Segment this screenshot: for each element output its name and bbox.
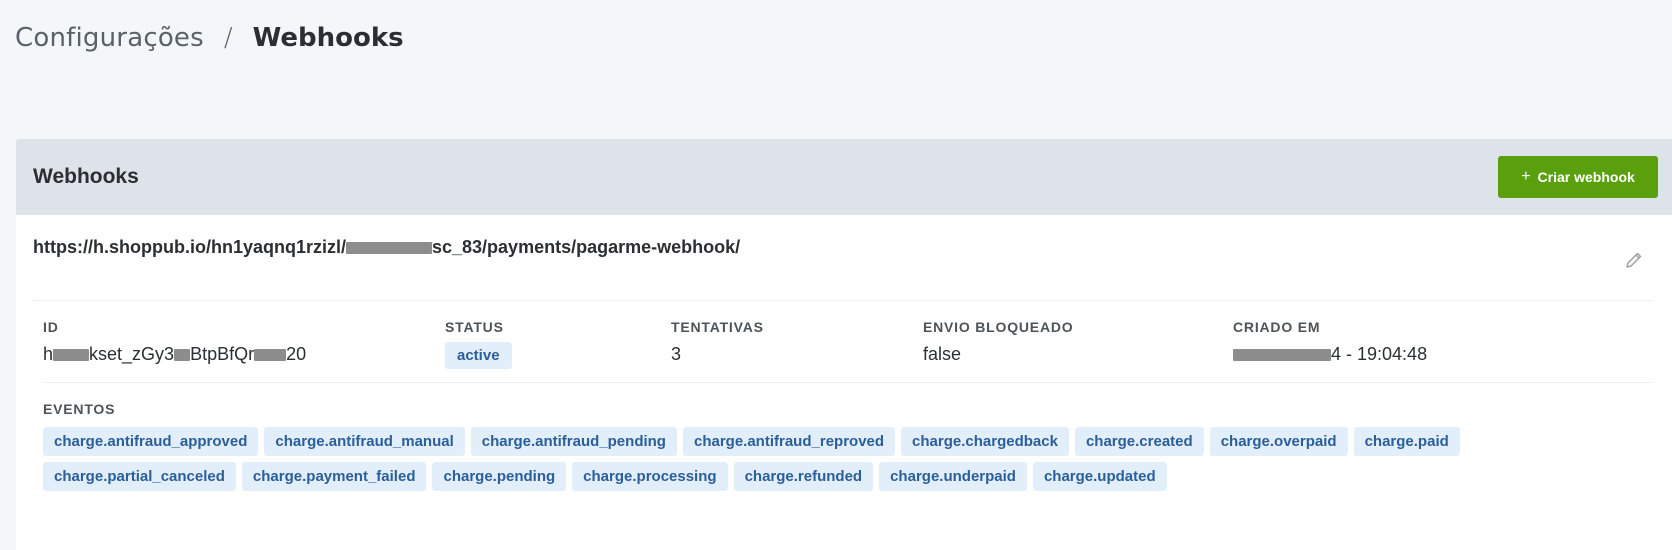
meta-attempts: TENTATIVAS 3 bbox=[671, 319, 764, 366]
meta-created-label: CRIADO EM bbox=[1233, 319, 1321, 335]
status-badge: active bbox=[445, 342, 512, 369]
id-part-start: h bbox=[43, 344, 54, 364]
event-tag: charge.chargedback bbox=[901, 427, 1069, 456]
event-tag: charge.antifraud_pending bbox=[470, 427, 677, 456]
webhook-url-end: sc_83/payments/pagarme-webhook/ bbox=[432, 237, 741, 257]
webhooks-card: Webhooks + Criar webhook https://h.shopp… bbox=[16, 139, 1672, 550]
create-webhook-button[interactable]: + Criar webhook bbox=[1498, 156, 1658, 198]
events-label: EVENTOS bbox=[43, 401, 116, 417]
event-tag: charge.underpaid bbox=[879, 462, 1027, 491]
events-section: EVENTOS charge.antifraud_approved charge.… bbox=[43, 383, 1653, 491]
id-part-end: 20 bbox=[286, 344, 307, 364]
id-part-2: kset_zGy3 bbox=[89, 344, 175, 364]
event-tag: charge.processing bbox=[572, 462, 728, 491]
event-tag: charge.payment_failed bbox=[241, 462, 427, 491]
webhook-meta-row: ID h kset_zGy3 BtpBfQr 20 STATUS active TEN… bbox=[43, 301, 1653, 383]
webhook-url: https://h.shoppub.io/hn1yaqnq1rzizl/sc_8… bbox=[33, 237, 740, 258]
id-part-3: BtpBfQr bbox=[190, 344, 255, 364]
event-tag: charge.pending bbox=[432, 462, 567, 491]
redacted-block bbox=[174, 349, 191, 362]
meta-created-value: 4 - 19:04:48 bbox=[1233, 342, 1427, 366]
event-tag: charge.paid bbox=[1353, 427, 1460, 456]
plus-icon: + bbox=[1521, 168, 1531, 185]
event-tag: charge.antifraud_reproved bbox=[682, 427, 896, 456]
breadcrumb-parent[interactable]: Configurações bbox=[15, 22, 204, 54]
event-tag: charge.overpaid bbox=[1209, 427, 1348, 456]
page-title: Webhooks bbox=[252, 23, 404, 53]
redacted-block bbox=[254, 349, 287, 362]
event-list: charge.antifraud_approved charge.antifrau… bbox=[43, 427, 1503, 491]
redacted-block bbox=[1233, 349, 1331, 362]
event-tag: charge.antifraud_manual bbox=[264, 427, 465, 456]
meta-blocked: ENVIO BLOQUEADO false bbox=[923, 319, 1073, 366]
redacted-block bbox=[53, 349, 90, 362]
redacted-block bbox=[346, 242, 432, 255]
created-value-end: 4 - 19:04:48 bbox=[1331, 344, 1428, 364]
pencil-icon[interactable] bbox=[1623, 249, 1645, 271]
meta-id-label: ID bbox=[43, 319, 59, 335]
event-tag: charge.created bbox=[1074, 427, 1204, 456]
meta-created: CRIADO EM 4 - 19:04:48 bbox=[1233, 319, 1427, 366]
meta-status-label: STATUS bbox=[445, 319, 504, 335]
breadcrumb: Configurações / Webhooks bbox=[15, 22, 404, 54]
webhook-url-row: https://h.shoppub.io/hn1yaqnq1rzizl/sc_8… bbox=[33, 215, 1653, 301]
card-title: Webhooks bbox=[33, 165, 139, 188]
meta-id-value: h kset_zGy3 BtpBfQr 20 bbox=[43, 342, 306, 366]
webhook-url-start: https://h.shoppub.io/hn1yaqnq1rzizl/ bbox=[33, 237, 346, 257]
create-webhook-label: Criar webhook bbox=[1537, 169, 1635, 185]
meta-blocked-value: false bbox=[923, 344, 962, 364]
event-tag: charge.partial_canceled bbox=[43, 462, 236, 491]
meta-blocked-label: ENVIO BLOQUEADO bbox=[923, 319, 1074, 335]
meta-status: STATUS active bbox=[445, 319, 512, 369]
breadcrumb-separator: / bbox=[223, 23, 233, 53]
event-tag: charge.refunded bbox=[733, 462, 874, 491]
event-tag: charge.antifraud_approved bbox=[43, 427, 259, 456]
meta-attempts-label: TENTATIVAS bbox=[671, 319, 764, 335]
meta-id: ID h kset_zGy3 BtpBfQr 20 bbox=[43, 319, 306, 366]
event-tag: charge.updated bbox=[1032, 462, 1167, 491]
card-header: Webhooks + Criar webhook bbox=[16, 139, 1672, 215]
meta-attempts-value: 3 bbox=[671, 344, 682, 364]
